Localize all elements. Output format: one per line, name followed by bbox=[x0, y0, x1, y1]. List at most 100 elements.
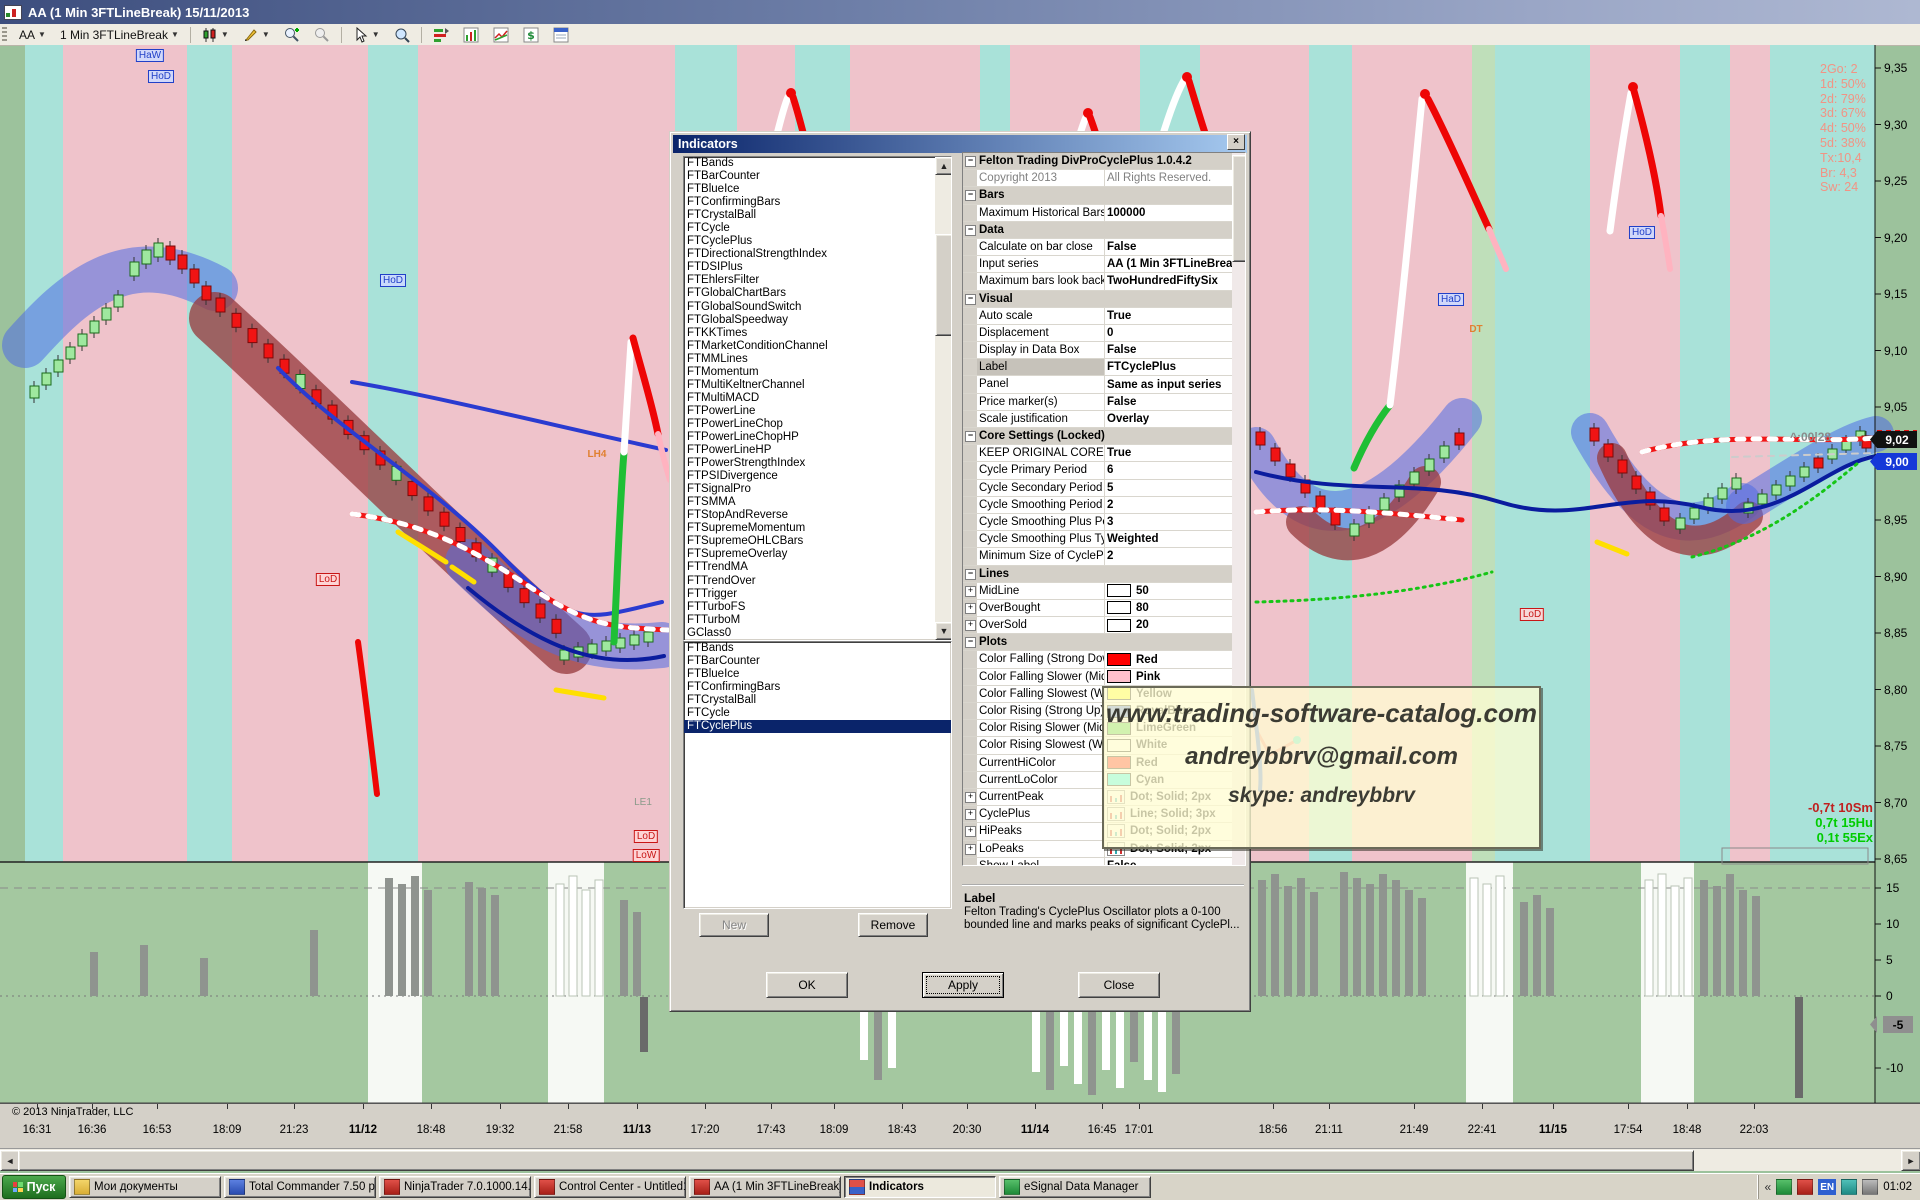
property-value-cell[interactable]: TwoHundredFiftySix bbox=[1104, 273, 1245, 289]
taskbar-button-tc[interactable]: Total Commander 7.50 p... bbox=[224, 1176, 376, 1198]
available-indicator-item[interactable]: GClass0 bbox=[684, 627, 935, 640]
available-indicator-item[interactable]: FTMultiKeltnerChannel bbox=[684, 379, 935, 392]
property-value-cell[interactable]: False bbox=[1104, 239, 1245, 255]
available-indicator-item[interactable]: FTTrendMA bbox=[684, 561, 935, 574]
property-value-cell[interactable]: 20 bbox=[1104, 617, 1245, 633]
property-section[interactable]: −Data bbox=[963, 222, 1245, 239]
taskbar-button-ind[interactable]: Indicators bbox=[844, 1176, 996, 1198]
property-value-cell[interactable]: Red bbox=[1104, 651, 1245, 667]
property-section[interactable]: −Lines bbox=[963, 566, 1245, 583]
property-value-cell[interactable]: 2 bbox=[1104, 497, 1245, 513]
property-value-cell[interactable]: FTCyclePlus bbox=[1104, 359, 1245, 375]
scrollbar-part[interactable]: ▲ bbox=[935, 157, 952, 175]
taskbar-button-chart[interactable]: AA (1 Min 3FTLineBreak) ... bbox=[689, 1176, 841, 1198]
available-indicator-item[interactable]: FTConfirmingBars bbox=[684, 196, 935, 209]
start-button[interactable]: Пуск bbox=[2, 1175, 66, 1199]
property-value-cell[interactable]: Weighted bbox=[1104, 531, 1245, 547]
property-value-cell[interactable]: True bbox=[1104, 308, 1245, 324]
available-indicator-item[interactable]: FTPowerLine bbox=[684, 405, 935, 418]
available-indicator-item[interactable]: FTPowerLineChop bbox=[684, 418, 935, 431]
available-indicator-item[interactable]: FTDSIPlus bbox=[684, 261, 935, 274]
expand-toggle-icon[interactable]: − bbox=[963, 428, 977, 444]
available-indicator-item[interactable]: FTTrigger bbox=[684, 588, 935, 601]
available-indicator-item[interactable]: FTGlobalSpeedway bbox=[684, 314, 935, 327]
taskbar-button-nt[interactable]: NinjaTrader 7.0.1000.14... bbox=[379, 1176, 531, 1198]
taskbar-button-folder[interactable]: Мои документы bbox=[69, 1176, 221, 1198]
available-indicator-item[interactable]: FTSupremeOverlay bbox=[684, 548, 935, 561]
scrollbar-part[interactable]: ◄ bbox=[0, 1150, 20, 1171]
property-section[interactable]: −Felton Trading DivProCyclePlus 1.0.4.2 bbox=[963, 153, 1245, 170]
scrollbar-part[interactable]: ► bbox=[1901, 1150, 1920, 1171]
property-row[interactable]: KEEP ORIGINAL CORETrue bbox=[963, 445, 1245, 462]
applied-indicators-list[interactable]: FTBandsFTBarCounterFTBlueIceFTConfirming… bbox=[683, 641, 952, 909]
tray-volume-icon[interactable] bbox=[1862, 1179, 1878, 1195]
property-row[interactable]: Cycle Secondary Period5 bbox=[963, 480, 1245, 497]
property-section[interactable]: −Bars bbox=[963, 187, 1245, 204]
tray-ninjatrader-icon[interactable] bbox=[1797, 1179, 1813, 1195]
expand-toggle-icon[interactable]: + bbox=[963, 841, 977, 857]
available-indicator-item[interactable]: FTEhlersFilter bbox=[684, 274, 935, 287]
available-indicator-item[interactable]: FTMultiMACD bbox=[684, 392, 935, 405]
ok-button[interactable]: OK bbox=[766, 972, 848, 998]
property-row[interactable]: Display in Data BoxFalse bbox=[963, 342, 1245, 359]
available-indicator-item[interactable]: FTKKTimes bbox=[684, 327, 935, 340]
applied-indicator-item[interactable]: FTConfirmingBars bbox=[684, 681, 951, 694]
available-indicator-item[interactable]: FTSupremeOHLCBars bbox=[684, 535, 935, 548]
available-indicator-item[interactable]: FTSupremeMomentum bbox=[684, 522, 935, 535]
new-button[interactable]: New bbox=[699, 913, 769, 937]
expand-toggle-icon[interactable]: − bbox=[963, 187, 977, 203]
property-value-cell[interactable]: 100000 bbox=[1104, 205, 1245, 221]
property-row[interactable]: Displacement0 bbox=[963, 325, 1245, 342]
remove-button[interactable]: Remove bbox=[858, 913, 928, 937]
expand-toggle-icon[interactable]: − bbox=[963, 222, 977, 238]
available-indicator-item[interactable]: FTPSIDivergence bbox=[684, 470, 935, 483]
available-indicator-item[interactable]: FTTrendOver bbox=[684, 575, 935, 588]
expand-toggle-icon[interactable]: + bbox=[963, 789, 977, 805]
expand-toggle-icon[interactable]: + bbox=[963, 600, 977, 616]
property-value-cell[interactable]: Overlay bbox=[1104, 411, 1245, 427]
property-value-cell[interactable]: 3 bbox=[1104, 514, 1245, 530]
available-indicator-item[interactable]: FTStopAndReverse bbox=[684, 509, 935, 522]
property-value-cell[interactable]: AA (1 Min 3FTLineBreak) bbox=[1104, 256, 1245, 272]
applied-indicator-item[interactable]: FTBlueIce bbox=[684, 668, 951, 681]
property-value-cell[interactable]: 6 bbox=[1104, 462, 1245, 478]
available-indicator-item[interactable]: FTMMLines bbox=[684, 353, 935, 366]
property-row[interactable]: Minimum Size of CyclePlus2 bbox=[963, 548, 1245, 565]
applied-indicator-item[interactable]: FTCycle bbox=[684, 707, 951, 720]
applied-indicator-item[interactable]: FTCyclePlus bbox=[684, 720, 951, 733]
available-indicator-item[interactable]: FTTurboFS bbox=[684, 601, 935, 614]
applied-indicator-item[interactable]: FTBarCounter bbox=[684, 655, 951, 668]
scrollbar-part[interactable] bbox=[935, 234, 952, 336]
property-value-cell[interactable]: 2 bbox=[1104, 548, 1245, 564]
available-indicator-item[interactable]: FTBands bbox=[684, 157, 935, 170]
property-value-cell[interactable]: True bbox=[1104, 445, 1245, 461]
taskbar-button-cc[interactable]: Control Center - Untitled1 bbox=[534, 1176, 686, 1198]
property-value-cell[interactable]: False bbox=[1104, 858, 1245, 866]
tray-esignal-icon[interactable] bbox=[1841, 1179, 1857, 1195]
expand-toggle-icon[interactable]: − bbox=[963, 153, 977, 169]
property-row[interactable]: Auto scaleTrue bbox=[963, 308, 1245, 325]
dialog-titlebar[interactable]: Indicators bbox=[673, 135, 1247, 153]
expand-toggle-icon[interactable]: − bbox=[963, 566, 977, 582]
property-value-cell[interactable]: All Rights Reserved. bbox=[1104, 170, 1245, 186]
property-row[interactable]: Cycle Smoothing Plus Period3 bbox=[963, 514, 1245, 531]
expand-toggle-icon[interactable]: + bbox=[963, 583, 977, 599]
property-row[interactable]: Calculate on bar closeFalse bbox=[963, 239, 1245, 256]
property-row[interactable]: Input seriesAA (1 Min 3FTLineBreak) bbox=[963, 256, 1245, 273]
applied-indicator-item[interactable]: FTCrystalBall bbox=[684, 694, 951, 707]
expand-toggle-icon[interactable]: + bbox=[963, 806, 977, 822]
property-row[interactable]: Cycle Primary Period6 bbox=[963, 462, 1245, 479]
available-indicator-item[interactable]: FTPowerLineHP bbox=[684, 444, 935, 457]
available-indicator-item[interactable]: FTGlobalSoundSwitch bbox=[684, 301, 935, 314]
available-indicator-item[interactable]: FTPowerLineChopHP bbox=[684, 431, 935, 444]
property-row[interactable]: Color Falling Slower (Mid)Pink bbox=[963, 669, 1245, 686]
scrollbar-part[interactable] bbox=[18, 1150, 1694, 1171]
available-indicator-item[interactable]: FTMarketConditionChannel bbox=[684, 340, 935, 353]
tray-dollar-icon[interactable] bbox=[1776, 1179, 1792, 1195]
property-row[interactable]: +MidLine50 bbox=[963, 583, 1245, 600]
applied-indicator-item[interactable]: FTBands bbox=[684, 642, 951, 655]
taskbar-button-esignal[interactable]: eSignal Data Manager bbox=[999, 1176, 1151, 1198]
property-value-cell[interactable]: False bbox=[1104, 342, 1245, 358]
available-indicator-item[interactable]: FTCyclePlus bbox=[684, 235, 935, 248]
apply-button[interactable]: Apply bbox=[922, 972, 1004, 998]
